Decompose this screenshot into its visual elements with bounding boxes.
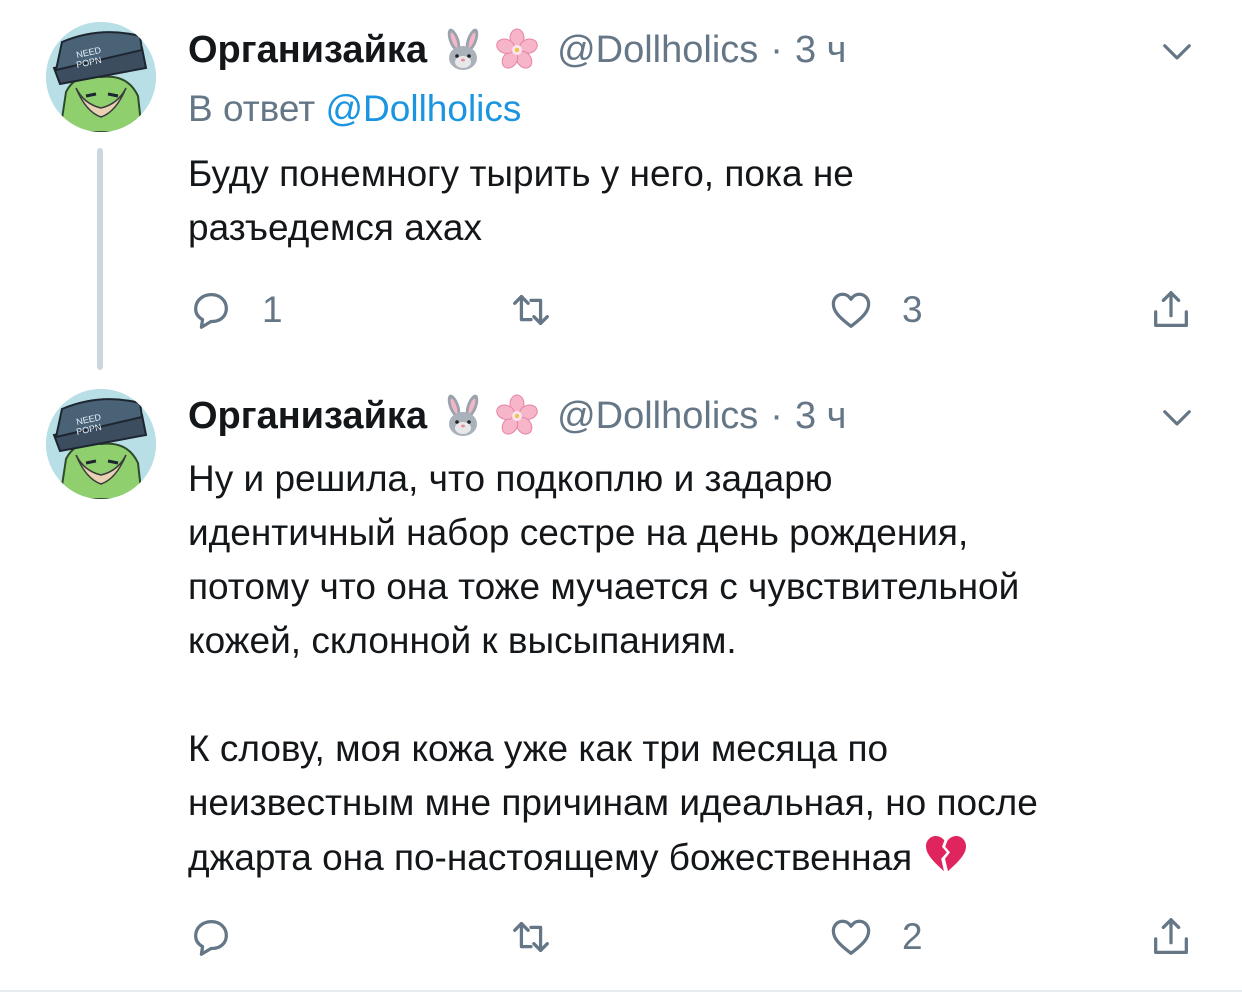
broken-heart-icon xyxy=(922,830,970,878)
like-button[interactable]: 2 xyxy=(828,907,923,967)
thread-line xyxy=(97,148,103,370)
reply-mention-link[interactable]: @Dollholics xyxy=(326,88,522,129)
cherry-blossom-icon xyxy=(495,394,539,438)
author-name[interactable]: Организайка xyxy=(188,29,427,72)
share-icon xyxy=(1148,287,1194,333)
avatar[interactable] xyxy=(46,389,156,499)
tweet-body: Ну и решила, что подкоплю и задарю идент… xyxy=(188,452,1208,885)
tweet-actions: 2 xyxy=(188,907,1208,967)
tweet[interactable]: Организайка @Dollholics · 3 ч Ну и решил… xyxy=(0,380,1242,990)
rabbit-face-icon xyxy=(441,28,485,72)
retweet-icon xyxy=(508,914,554,960)
divider xyxy=(0,990,1242,992)
tweet[interactable]: Организайка @Dollholics · 3 ч В ответ @D… xyxy=(0,0,1242,380)
tweet-header: Организайка @Dollholics · 3 ч xyxy=(188,388,846,444)
share-button[interactable] xyxy=(1148,280,1194,340)
like-icon xyxy=(828,914,874,960)
like-count: 3 xyxy=(902,289,923,330)
tweet-time[interactable]: 3 ч xyxy=(795,395,847,438)
share-icon xyxy=(1148,914,1194,960)
cherry-blossom-icon xyxy=(495,28,539,72)
avatar-image xyxy=(46,389,156,499)
like-icon xyxy=(828,287,874,333)
avatar[interactable] xyxy=(46,22,156,132)
tweet-header: Организайка @Dollholics · 3 ч xyxy=(188,22,846,78)
tweet-actions: 1 3 xyxy=(188,280,1208,340)
reply-icon xyxy=(188,287,234,333)
separator-dot: · xyxy=(770,28,783,71)
reply-prefix: В ответ xyxy=(188,88,316,129)
chevron-down-icon[interactable] xyxy=(1156,30,1198,72)
like-count: 2 xyxy=(902,916,923,957)
author-name[interactable]: Организайка xyxy=(188,395,427,438)
retweet-button[interactable] xyxy=(508,280,582,340)
tweet-text-content: Ну и решила, что подкоплю и задарю идент… xyxy=(188,458,1038,878)
reply-context: В ответ @Dollholics xyxy=(188,88,521,130)
reply-count: 1 xyxy=(262,289,283,330)
reply-button[interactable]: 1 xyxy=(188,280,283,340)
separator-dot: · xyxy=(770,394,783,437)
retweet-button[interactable] xyxy=(508,907,582,967)
reply-button[interactable] xyxy=(188,907,262,967)
reply-icon xyxy=(188,914,234,960)
retweet-icon xyxy=(508,287,554,333)
tweet-time[interactable]: 3 ч xyxy=(795,29,847,72)
author-handle[interactable]: @Dollholics xyxy=(557,395,758,438)
rabbit-face-icon xyxy=(441,394,485,438)
like-button[interactable]: 3 xyxy=(828,280,923,340)
avatar-image xyxy=(46,22,156,132)
tweet-text: Ну и решила, что подкоплю и задарю идент… xyxy=(188,458,1038,878)
chevron-down-icon[interactable] xyxy=(1156,396,1198,438)
author-handle[interactable]: @Dollholics xyxy=(557,29,758,72)
tweet-text: Буду понемногу тырить у него, пока не ра… xyxy=(188,153,854,248)
share-button[interactable] xyxy=(1148,907,1194,967)
